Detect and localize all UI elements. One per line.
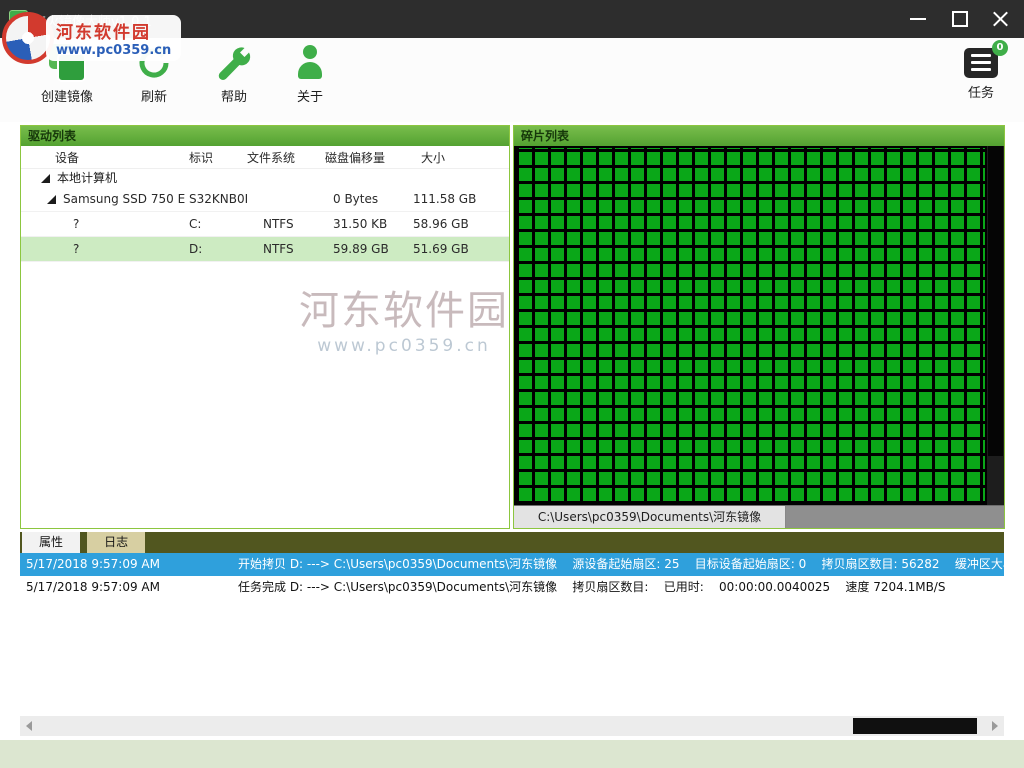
fragment-grid-area — [514, 146, 1004, 506]
cell-offset: 59.89 GB — [325, 242, 413, 256]
create-image-label: 创建镜像 — [29, 86, 105, 105]
log-time: 5/17/2018 9:57:09 AM — [20, 576, 238, 599]
fragment-path-bar: C:\Users\pc0359\Documents\河东镜像 — [514, 505, 1004, 528]
cell-size: 111.58 GB — [413, 192, 509, 206]
about-label: 关于 — [277, 86, 343, 105]
cell-id: D: — [189, 242, 247, 256]
tasks-badge: 0 — [992, 40, 1008, 56]
wrench-icon — [215, 44, 253, 82]
fragment-blocks — [516, 148, 985, 504]
log-time: 5/17/2018 9:57:09 AM — [20, 553, 238, 576]
drive-table-header: 设备 标识 文件系统 磁盘偏移量 大小 — [21, 146, 509, 169]
tree-node-local-computer[interactable]: 本地计算机 — [21, 169, 509, 187]
drive-row-partition-d[interactable]: ? D: NTFS 59.89 GB 51.69 GB — [21, 237, 509, 262]
cell-offset: 0 Bytes — [325, 192, 413, 206]
cell-size: 51.69 GB — [413, 242, 509, 256]
minimize-button[interactable] — [898, 0, 938, 38]
log-list: 5/17/2018 9:57:09 AM 开始拷贝 D: ---> C:\Use… — [20, 553, 1004, 716]
drive-list-panel: 驱动列表 设备 标识 文件系统 磁盘偏移量 大小 本地计算机 Samsung S… — [20, 125, 510, 529]
tab-log[interactable]: 日志 — [87, 532, 145, 553]
site-name: 河东软件园 — [56, 18, 171, 43]
about-button[interactable]: 关于 — [277, 44, 343, 120]
site-url: www.pc0359.cn — [56, 43, 171, 58]
expand-icon[interactable] — [47, 195, 56, 204]
col-device[interactable]: 设备 — [21, 149, 189, 166]
scrollbar-thumb[interactable] — [988, 146, 1003, 456]
app-window: 海火镜像大师v1.0.1 河东软件园 www.pc0359.cn 创建镜像 — [0, 0, 1024, 768]
help-button[interactable]: 帮助 — [201, 44, 267, 120]
close-button[interactable] — [980, 0, 1020, 38]
fragment-list-header: 碎片列表 — [514, 126, 1004, 146]
scroll-right-icon[interactable] — [992, 721, 998, 731]
drive-list-header: 驱动列表 — [21, 126, 509, 146]
fragment-list-panel: 碎片列表 C:\Users\pc0359\Documents\河东镜像 — [513, 125, 1005, 529]
cell-device: ? — [21, 242, 189, 256]
tab-properties[interactable]: 属性 — [22, 532, 80, 553]
col-size[interactable]: 大小 — [413, 149, 509, 166]
watermark-stamp-text: 河东软件园 www.pc0359.cn — [46, 15, 181, 61]
tasks-label: 任务 — [948, 82, 1014, 101]
log-message: 开始拷贝 D: ---> C:\Users\pc0359\Documents\河… — [238, 553, 1004, 576]
drive-row-disk[interactable]: Samsung SSD 750 E S32KNB0H7 0 Bytes 111.… — [21, 187, 509, 212]
tasks-button[interactable]: 0 任务 — [948, 48, 1014, 124]
maximize-icon — [952, 11, 968, 27]
scrollbar-thumb[interactable] — [853, 718, 977, 734]
col-filesystem[interactable]: 文件系统 — [247, 149, 325, 166]
fragment-vertical-scrollbar[interactable] — [987, 146, 1004, 506]
log-message: 任务完成 D: ---> C:\Users\pc0359\Documents\河… — [238, 576, 1004, 599]
person-head-shape — [303, 45, 317, 59]
cell-size: 58.96 GB — [413, 217, 509, 231]
person-body-shape — [298, 62, 322, 79]
horizontal-scrollbar[interactable] — [20, 716, 1004, 736]
image-path-button[interactable]: C:\Users\pc0359\Documents\河东镜像 — [514, 506, 786, 528]
cell-device: Samsung SSD 750 E — [21, 192, 189, 206]
refresh-label: 刷新 — [121, 86, 187, 105]
expand-icon[interactable] — [41, 174, 50, 183]
person-icon — [291, 44, 329, 82]
cell-offset: 31.50 KB — [325, 217, 413, 231]
bottom-tab-strip: 属性 日志 — [20, 532, 1004, 553]
cell-id: C: — [189, 217, 247, 231]
watermark-stamp: 河东软件园 www.pc0359.cn — [2, 12, 181, 64]
help-label: 帮助 — [201, 86, 267, 105]
drive-row-partition-c[interactable]: ? C: NTFS 31.50 KB 58.96 GB — [21, 212, 509, 237]
col-id[interactable]: 标识 — [189, 149, 247, 166]
status-strip — [0, 740, 1024, 768]
log-row-selected[interactable]: 5/17/2018 9:57:09 AM 开始拷贝 D: ---> C:\Use… — [20, 553, 1004, 576]
cell-device: ? — [21, 217, 189, 231]
device-name: Samsung SSD 750 E — [63, 192, 185, 206]
minimize-icon — [910, 18, 926, 20]
tree-root-label: 本地计算机 — [57, 171, 117, 185]
cell-id: S32KNB0H7 — [189, 192, 247, 206]
log-row[interactable]: 5/17/2018 9:57:09 AM 任务完成 D: ---> C:\Use… — [20, 576, 1004, 599]
maximize-button[interactable] — [940, 0, 980, 38]
col-offset[interactable]: 磁盘偏移量 — [325, 149, 413, 166]
scroll-left-icon[interactable] — [26, 721, 32, 731]
cell-filesystem: NTFS — [247, 242, 325, 256]
cell-filesystem: NTFS — [247, 217, 325, 231]
